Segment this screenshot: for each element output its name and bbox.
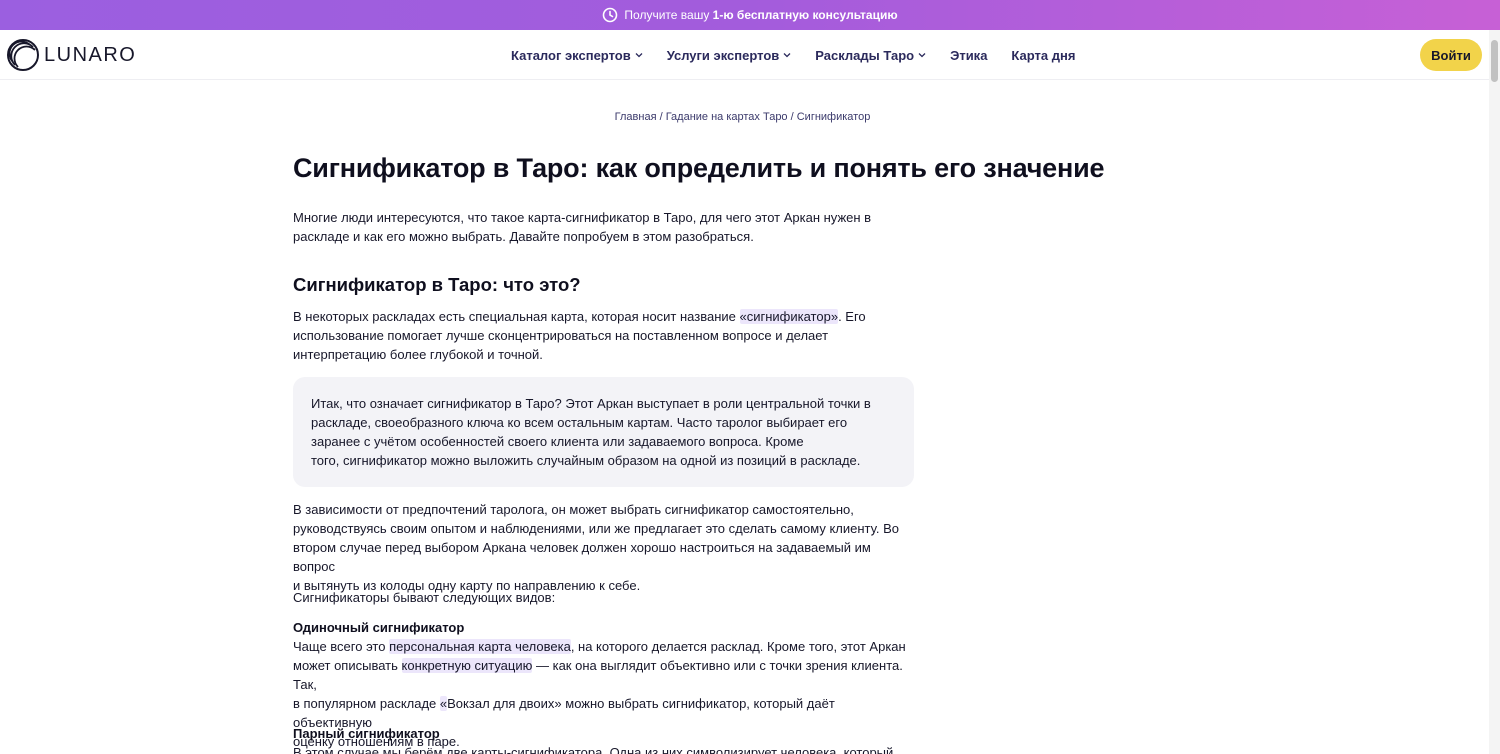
breadcrumb-tarot[interactable]: Гадание на картах Таро: [666, 111, 788, 123]
intro-paragraph: Многие люди интересуются, что такое карт…: [293, 208, 913, 246]
main-nav: Каталог экспертов Услуги экспертов Раскл…: [511, 30, 1099, 80]
breadcrumb-current: Сигнификатор: [796, 111, 871, 123]
subheading-pair: Парный сигнификатор: [293, 726, 440, 741]
text-line: Итак, что означает сигнификатор в Таро? …: [311, 396, 871, 411]
chevron-down-icon: [918, 53, 926, 58]
text-line: втором случае перед выбором Аркана челов…: [293, 540, 871, 574]
section-heading: Сигнификатор в Таро: что это?: [293, 274, 581, 295]
promo-banner[interactable]: Получите вашу 1-ю бесплатную консультаци…: [0, 0, 1500, 30]
text-line: В зависимости от предпочтений таролога, …: [293, 502, 854, 517]
breadcrumb-separator: /: [656, 111, 666, 123]
page-title: Сигнификатор в Таро: как определить и по…: [293, 153, 1105, 183]
nav-item-card-of-day[interactable]: Карта дня: [1011, 48, 1075, 63]
logo-text: LUNARO: [44, 43, 137, 66]
nav-item-label: Этика: [950, 47, 988, 63]
site-header: LUNARO Каталог экспертов Услуги эксперто…: [0, 30, 1500, 80]
text-line: интерпретацию более глубокой и точной.: [293, 347, 543, 362]
breadcrumb-home[interactable]: Главная: [615, 111, 657, 123]
text-line: раскладе и как его можно выбрать. Давайт…: [293, 229, 754, 244]
breadcrumb: Главная / Гадание на картах Таро / Сигни…: [0, 111, 1485, 123]
nav-item-tarot-spreads[interactable]: Расклады Таро: [815, 48, 926, 63]
pair-paragraph: В этом случае мы берём две карты-сигнифи…: [293, 745, 894, 754]
highlight-term: «сигнификатор»: [739, 309, 839, 324]
text-line: раскладе, своеобразного ключа ко всем ос…: [311, 415, 848, 430]
text-line: того, сигнификатор можно выложить случай…: [311, 453, 861, 468]
subheading-single: Одиночный сигнификатор: [293, 620, 465, 635]
login-button[interactable]: Войти: [1420, 39, 1482, 71]
text-line: заранее с учётом особенностей своего кли…: [311, 434, 804, 449]
promo-text: Получите вашу 1-ю бесплатную консультаци…: [624, 8, 898, 22]
nav-item-expert-services[interactable]: Услуги экспертов: [667, 48, 792, 63]
types-intro: Сигнификаторы бывают следующих видов:: [293, 590, 556, 605]
text-line: В некоторых раскладах есть специальная к…: [293, 309, 866, 324]
nav-item-label: Услуги экспертов: [666, 47, 780, 63]
callout-box: Итак, что означает сигнификатор в Таро? …: [293, 377, 914, 487]
scrollbar-thumb[interactable]: [1491, 40, 1498, 82]
clock-icon: [603, 7, 618, 23]
highlight-term: конкретную ситуацию: [401, 658, 533, 673]
nav-item-label: Расклады Таро: [815, 47, 915, 63]
chevron-down-icon: [783, 53, 791, 58]
lunaro-logo-icon: [7, 39, 39, 71]
highlight-term: персональная карта человека: [389, 639, 571, 654]
text-line: использование помогает лучше сконцентрир…: [293, 328, 829, 343]
chevron-down-icon: [635, 53, 643, 58]
nav-item-ethics[interactable]: Этика: [950, 48, 987, 63]
text-line: может описывать конкретную ситуацию — ка…: [293, 658, 903, 692]
definition-paragraph: В некоторых раскладах есть специальная к…: [293, 307, 913, 364]
breadcrumb-separator: /: [787, 111, 797, 123]
nav-item-label: Карта дня: [1011, 47, 1076, 63]
text-line: Многие люди интересуются, что такое карт…: [293, 210, 872, 225]
selection-paragraph: В зависимости от предпочтений таролога, …: [293, 500, 913, 595]
nav-item-experts-catalog[interactable]: Каталог экспертов: [511, 48, 643, 63]
nav-item-label: Каталог экспертов: [511, 47, 631, 63]
text-line: руководствуясь своим опытом и наблюдения…: [293, 521, 899, 536]
logo[interactable]: LUNARO: [6, 38, 136, 72]
text-line: Чаще всего это персональная карта челове…: [293, 639, 906, 654]
page-scrollbar[interactable]: [1489, 30, 1500, 754]
